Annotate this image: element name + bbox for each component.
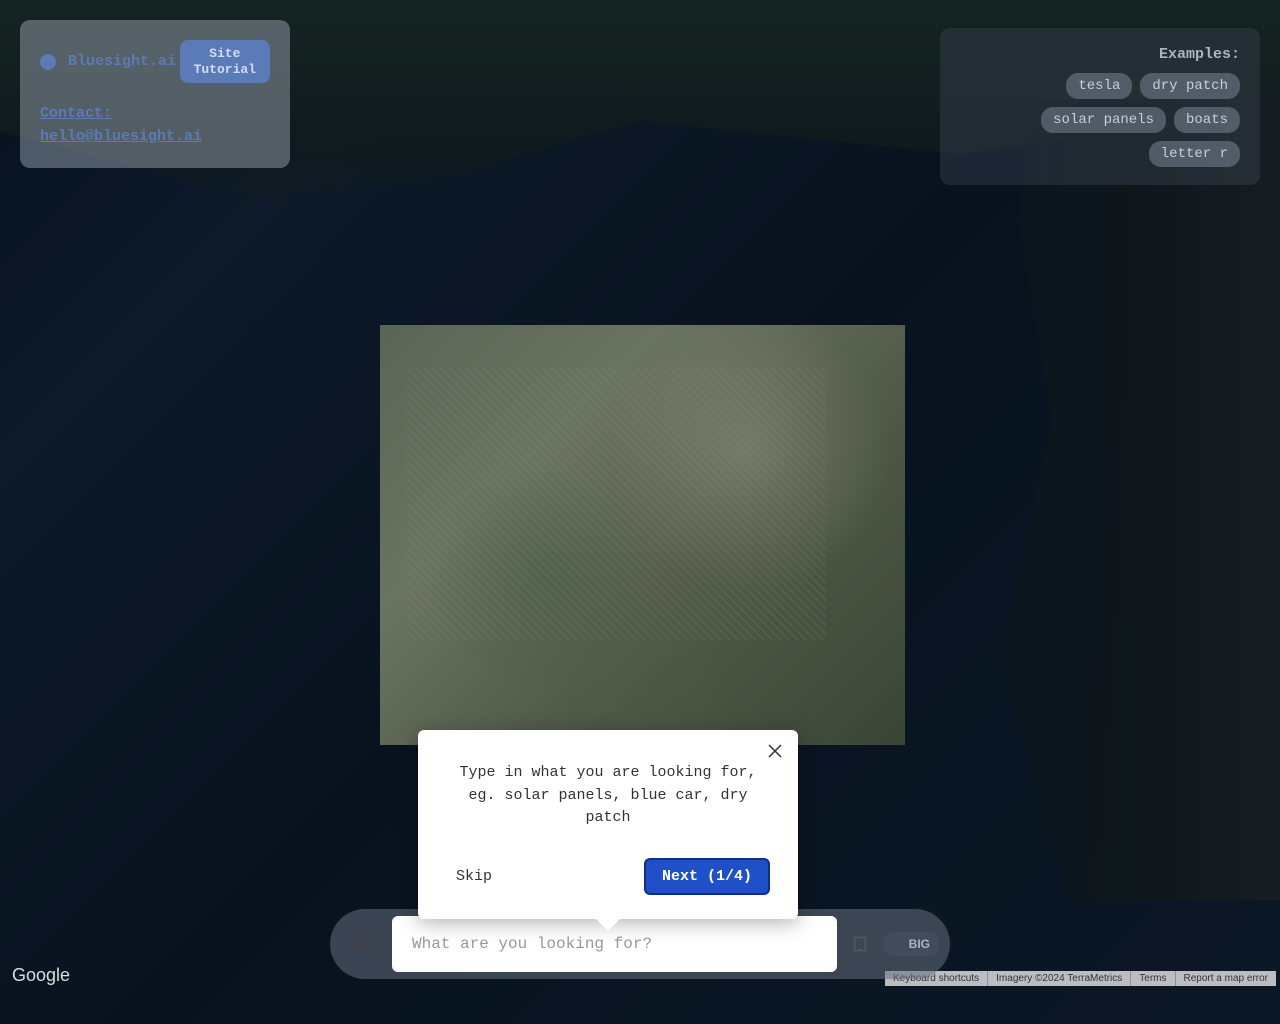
terms-link[interactable]: Terms [1131,971,1175,986]
next-button[interactable]: Next (1/4) [644,858,770,895]
brand-title: Bluesight.ai [68,53,180,70]
locate-icon[interactable] [340,921,386,967]
example-chip-tesla[interactable]: tesla [1066,73,1132,99]
skip-button[interactable]: Skip [446,860,502,893]
big-toggle-label: BIG [909,937,934,951]
brand-logo-dot [40,54,56,70]
brand-panel: Bluesight.ai Site Tutorial Contact: hell… [20,20,290,168]
examples-label: Examples: [960,46,1240,63]
examples-panel: Examples: tesla dry patch solar panels b… [940,28,1260,185]
example-chips-container: tesla dry patch solar panels boats lette… [960,73,1240,167]
tutorial-message: Type in what you are looking for, eg. so… [446,762,770,830]
report-error-link[interactable]: Report a map error [1176,971,1276,986]
tutorial-popup: Type in what you are looking for, eg. so… [418,730,798,919]
close-icon[interactable] [768,744,782,758]
example-chip-letter-r[interactable]: letter r [1149,141,1240,167]
map-attribution-bar: Keyboard shortcuts Imagery ©2024 TerraMe… [885,971,1276,986]
google-logo: Google [12,965,70,986]
search-icon[interactable] [843,935,877,953]
contact-email: hello@bluesight.ai [40,128,202,145]
search-bar: BIG [330,909,950,979]
search-input[interactable] [412,935,817,953]
imagery-attribution: Imagery ©2024 TerraMetrics [988,971,1131,986]
big-toggle[interactable]: BIG [883,932,940,956]
site-tutorial-button[interactable]: Site Tutorial [180,40,270,83]
example-chip-solar-panels[interactable]: solar panels [1041,107,1166,133]
contact-link[interactable]: Contact: hello@bluesight.ai [40,105,202,145]
example-chip-dry-patch[interactable]: dry patch [1140,73,1240,99]
map-highlight-region [380,325,905,745]
example-chip-boats[interactable]: boats [1174,107,1240,133]
contact-label: Contact: [40,105,112,122]
